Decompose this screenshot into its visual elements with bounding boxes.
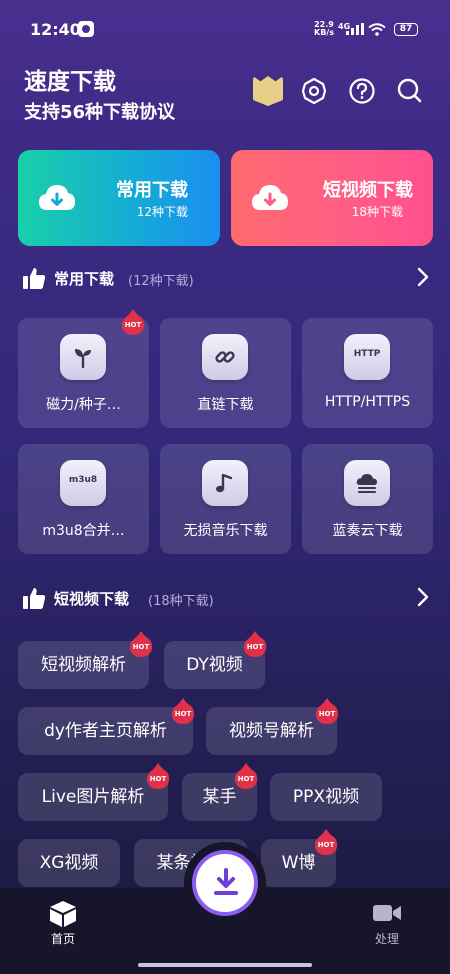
cloud-stack-icon bbox=[344, 460, 390, 506]
common-section-header[interactable]: 常用下载 (12种下载) bbox=[22, 264, 432, 292]
tile-label: HTTP/HTTPS bbox=[324, 394, 411, 410]
thumbs-up-icon bbox=[23, 268, 46, 289]
hot-badge: HOT bbox=[145, 762, 171, 790]
settings-icon[interactable] bbox=[299, 76, 329, 106]
link-icon bbox=[202, 334, 248, 380]
chevron-right-icon[interactable] bbox=[416, 586, 430, 608]
cloud-download-icon bbox=[252, 185, 288, 210]
short-section-title: 短视频下载 bbox=[54, 590, 130, 608]
m3u8-icon: m3u8 bbox=[60, 460, 106, 506]
short-card-subtitle: 18种下载 bbox=[351, 205, 403, 219]
download-icon bbox=[214, 868, 238, 895]
tile-label: 磁力/种子… bbox=[46, 397, 121, 413]
pill-xg-video[interactable]: XG视频 bbox=[18, 839, 120, 887]
tile-lanzou-cloud[interactable]: 蓝奏云下载 bbox=[302, 444, 433, 554]
home-indicator bbox=[138, 963, 312, 967]
nav-home-label[interactable]: 首页 bbox=[40, 930, 86, 947]
notification-app-icon bbox=[78, 21, 94, 37]
common-card-title: 常用下载 bbox=[116, 180, 188, 201]
http-icon: HTTP bbox=[344, 334, 390, 380]
tile-lossless-music[interactable]: 无损音乐下载 bbox=[160, 444, 291, 554]
sprout-icon bbox=[60, 334, 106, 380]
video-camera-icon[interactable] bbox=[372, 902, 402, 924]
common-card-subtitle: 12种下载 bbox=[136, 205, 188, 219]
help-icon[interactable] bbox=[347, 76, 377, 106]
pill-ppx-video[interactable]: PPX视频 bbox=[270, 773, 382, 821]
wifi-icon bbox=[368, 23, 386, 36]
music-note-icon bbox=[202, 460, 248, 506]
network-speed: 22.9 KB/s bbox=[314, 20, 334, 37]
tile-direct-link[interactable]: 直链下载 bbox=[160, 318, 291, 428]
cloud-download-icon bbox=[39, 185, 75, 210]
short-video-download-card[interactable]: 短视频下载 18种下载 bbox=[231, 150, 433, 246]
thumbs-up-icon bbox=[23, 588, 46, 609]
search-icon[interactable] bbox=[395, 76, 425, 106]
tile-label: 蓝奏云下载 bbox=[332, 523, 403, 539]
pill-dy-author-parse[interactable]: dy作者主页解析 bbox=[18, 707, 193, 755]
short-section-count: (18种下载) bbox=[148, 594, 214, 609]
tile-label: m3u8合并… bbox=[42, 523, 125, 539]
short-card-title: 短视频下载 bbox=[323, 180, 413, 201]
hot-badge: HOT bbox=[314, 697, 340, 725]
hot-badge: HOT bbox=[313, 828, 339, 856]
status-bar: 12:40 22.9 KB/s 4G 87 bbox=[0, 0, 450, 58]
download-fab-button[interactable] bbox=[192, 850, 258, 916]
hot-badge: HOT bbox=[120, 308, 146, 336]
status-time: 12:40 bbox=[30, 20, 81, 39]
hot-badge: HOT bbox=[170, 697, 196, 725]
app-subtitle: 支持56种下载协议 bbox=[24, 102, 176, 123]
common-download-card[interactable]: 常用下载 12种下载 bbox=[18, 150, 220, 246]
common-section-count: (12种下载) bbox=[128, 274, 194, 289]
nav-process-label[interactable]: 处理 bbox=[364, 930, 410, 947]
tile-m3u8[interactable]: m3u8 m3u8合并… bbox=[18, 444, 149, 554]
hot-badge: HOT bbox=[233, 762, 259, 790]
tile-label: 无损音乐下载 bbox=[183, 523, 268, 539]
hot-badge: HOT bbox=[242, 630, 268, 658]
common-section-title: 常用下载 bbox=[54, 270, 115, 288]
app-title: 速度下载 bbox=[24, 69, 116, 95]
hot-badge: HOT bbox=[128, 630, 154, 658]
chevron-right-icon[interactable] bbox=[416, 266, 430, 288]
battery-indicator: 87 bbox=[394, 23, 418, 36]
home-cube-icon[interactable] bbox=[48, 900, 78, 928]
tile-http[interactable]: HTTP HTTP/HTTPS bbox=[302, 318, 433, 428]
short-video-section-header[interactable]: 短视频下载 (18种下载) bbox=[22, 584, 432, 612]
crown-badge-icon[interactable] bbox=[253, 76, 283, 106]
tile-label: 直链下载 bbox=[197, 397, 254, 413]
signal-icon bbox=[346, 23, 364, 35]
